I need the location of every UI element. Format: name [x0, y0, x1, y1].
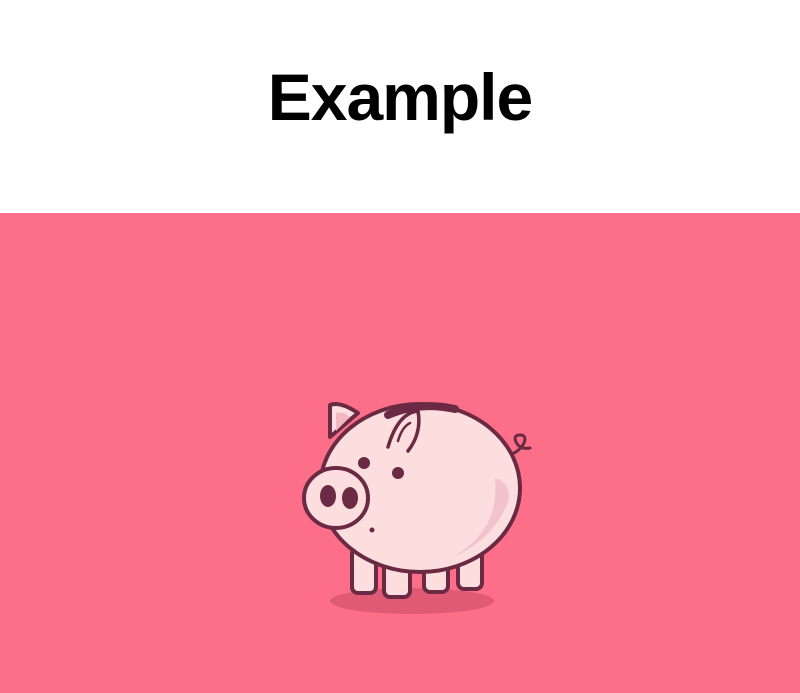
page: Example — [0, 0, 800, 693]
illustration-stage — [0, 213, 800, 693]
pig-eye-left — [358, 457, 370, 469]
pig-eye-right — [392, 467, 404, 479]
page-title: Example — [267, 59, 533, 134]
piggy-bank-icon — [302, 402, 532, 614]
header: Example — [0, 0, 800, 213]
pig-tail — [508, 433, 532, 457]
pig-snout — [302, 466, 370, 530]
